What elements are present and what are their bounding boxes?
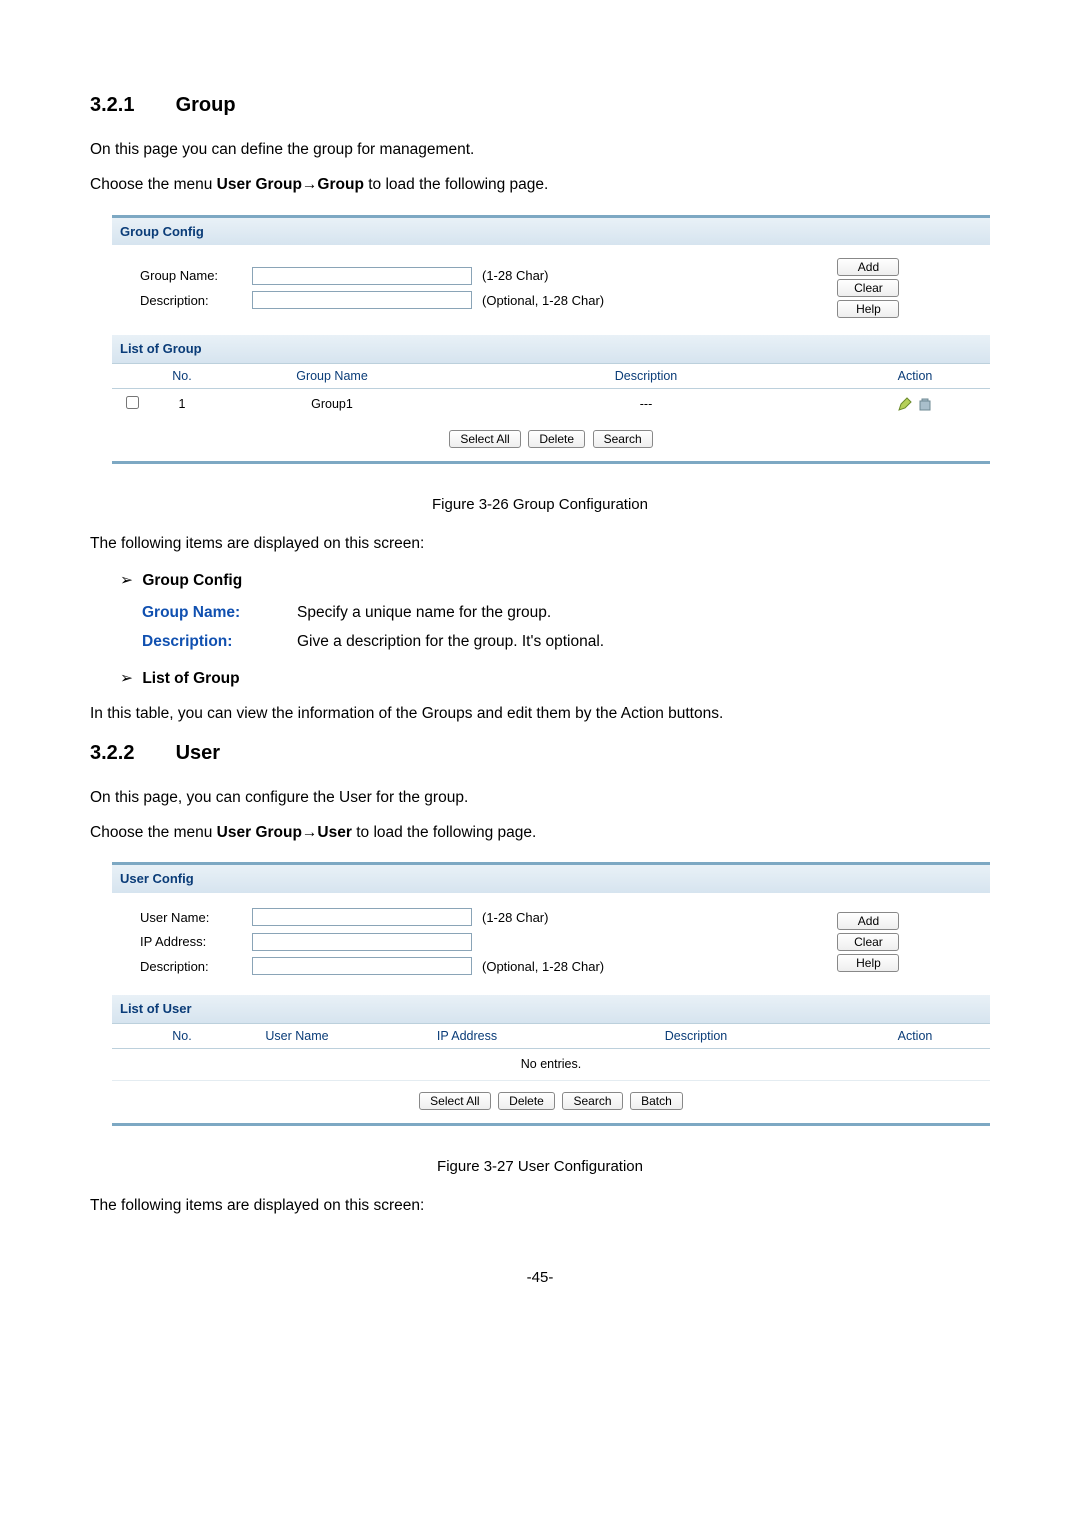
group-table-header: No. Group Name Description Action (112, 363, 990, 390)
choose-suffix: to load the following page. (352, 824, 536, 841)
select-all-button[interactable]: Select All (449, 430, 520, 448)
batch-button[interactable]: Batch (630, 1092, 683, 1110)
ip-address-input[interactable] (252, 933, 472, 951)
choose-suffix: to load the following page. (364, 176, 548, 193)
choose-menu-group: Choose the menu User Group→Group to load… (90, 173, 990, 196)
explain-lead-2: The following items are displayed on thi… (90, 1194, 990, 1217)
text-group-name: Specify a unique name for the group. (297, 601, 551, 624)
figure-caption-group: Figure 3-26 Group Configuration (90, 494, 990, 517)
defn-list-group: ➢ List of Group (120, 667, 990, 690)
group-description-input[interactable] (252, 291, 472, 309)
section-number: 3.2.1 (90, 90, 170, 120)
hint-user-description: (Optional, 1-28 Char) (472, 957, 604, 977)
user-description-input[interactable] (252, 957, 472, 975)
help-button[interactable]: Help (837, 300, 899, 318)
label-user-name: User Name: (122, 908, 252, 928)
col-action: Action (840, 1027, 990, 1046)
user-config-panel: User Config User Name: (1-28 Char) IP Ad… (112, 862, 990, 1126)
cell-desc: --- (452, 395, 840, 414)
choose-prefix: Choose the menu (90, 824, 217, 841)
clear-button[interactable]: Clear (837, 279, 899, 297)
delete-button[interactable]: Delete (498, 1092, 555, 1110)
col-no: No. (152, 1027, 212, 1046)
col-ip: IP Address (382, 1027, 552, 1046)
choose-path: User Group→Group (217, 176, 364, 193)
panel-header-list-user: List of User (112, 995, 990, 1023)
intro-text-user: On this page, you can configure the User… (90, 786, 990, 809)
user-name-input[interactable] (252, 908, 472, 926)
select-all-button[interactable]: Select All (419, 1092, 490, 1110)
search-button[interactable]: Search (562, 1092, 622, 1110)
term-description: Description: (142, 630, 297, 653)
clear-button[interactable]: Clear (837, 933, 899, 951)
figure-caption-user: Figure 3-27 User Configuration (90, 1156, 990, 1179)
section-number: 3.2.2 (90, 738, 170, 768)
add-button[interactable]: Add (837, 258, 899, 276)
list-group-text: In this table, you can view the informat… (90, 702, 990, 725)
hint-group-name: (1-28 Char) (472, 266, 548, 286)
triangle-icon: ➢ (120, 569, 138, 592)
col-no: No. (152, 367, 212, 386)
panel-header-user-config: User Config (112, 865, 990, 893)
choose-prefix: Choose the menu (90, 176, 217, 193)
section-title: User (176, 742, 220, 764)
label-user-description: Description: (122, 957, 252, 977)
page-number: -45- (90, 1267, 990, 1290)
panel-header-group-config: Group Config (112, 218, 990, 246)
delete-button[interactable]: Delete (528, 430, 585, 448)
text-description: Give a description for the group. It's o… (297, 630, 604, 653)
col-desc: Description (452, 367, 840, 386)
section-heading-group: 3.2.1 Group (90, 90, 990, 120)
row-checkbox[interactable] (126, 396, 139, 409)
panel-header-list-group: List of Group (112, 335, 990, 363)
search-button[interactable]: Search (593, 430, 653, 448)
choose-path: User Group→User (217, 824, 352, 841)
defn-head-text: List of Group (142, 670, 239, 687)
col-user-name: User Name (212, 1027, 382, 1046)
col-action: Action (840, 367, 990, 386)
group-config-panel: Group Config Group Name: (1-28 Char) Des… (112, 215, 990, 464)
label-ip: IP Address: (122, 932, 252, 952)
edit-icon[interactable] (897, 397, 916, 411)
cell-no: 1 (152, 395, 212, 414)
explain-lead-1: The following items are displayed on thi… (90, 532, 990, 555)
label-description: Description: (122, 291, 252, 311)
delete-icon[interactable] (917, 397, 933, 411)
defn-head-text: Group Config (142, 572, 242, 589)
add-button[interactable]: Add (837, 912, 899, 930)
group-table-row: 1 Group1 --- (112, 389, 990, 419)
hint-user-name: (1-28 Char) (472, 908, 548, 928)
col-desc: Description (552, 1027, 840, 1046)
no-entries-text: No entries. (112, 1049, 990, 1081)
col-group-name: Group Name (212, 367, 452, 386)
label-group-name: Group Name: (122, 266, 252, 286)
defn-group-config: ➢ Group Config (120, 569, 990, 592)
section-heading-user: 3.2.2 User (90, 738, 990, 768)
cell-name: Group1 (212, 395, 452, 414)
group-name-input[interactable] (252, 267, 472, 285)
user-table-header: No. User Name IP Address Description Act… (112, 1023, 990, 1050)
intro-text-group: On this page you can define the group fo… (90, 138, 990, 161)
triangle-icon: ➢ (120, 667, 138, 690)
choose-menu-user: Choose the menu User Group→User to load … (90, 821, 990, 844)
hint-description: (Optional, 1-28 Char) (472, 291, 604, 311)
help-button[interactable]: Help (837, 954, 899, 972)
term-group-name: Group Name: (142, 601, 297, 624)
section-title: Group (176, 94, 236, 116)
